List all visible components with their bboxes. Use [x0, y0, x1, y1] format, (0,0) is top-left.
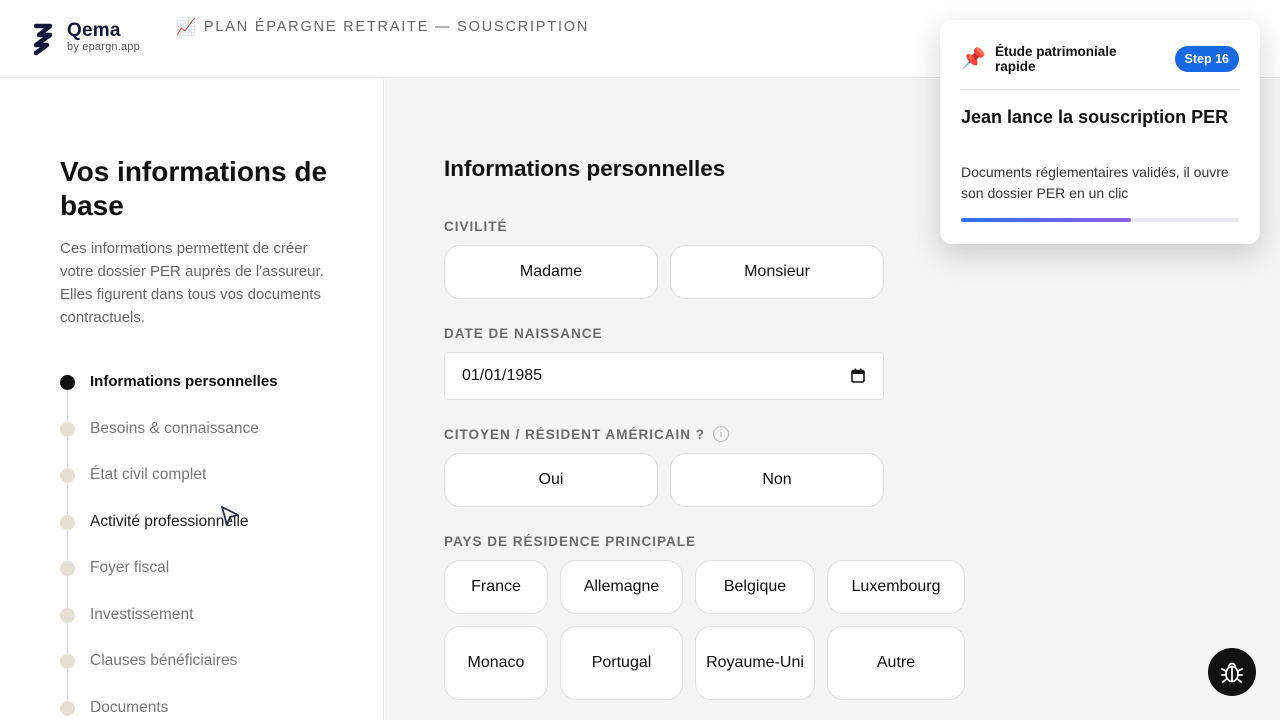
step-dot — [60, 375, 75, 390]
step-dot — [60, 607, 75, 623]
step-professional-activity[interactable]: Activité professionnelle — [60, 511, 360, 561]
civility-option-monsieur[interactable]: Monsieur — [670, 245, 884, 299]
step-connector — [67, 390, 68, 421]
pin-icon: 📌 — [961, 48, 986, 70]
tour-progress-fill — [961, 218, 1131, 222]
country-option-portugal[interactable]: Portugal — [560, 626, 683, 700]
tour-heading: Jean lance la souscription PER — [961, 107, 1229, 127]
step-label: Besoins & connaissance — [90, 419, 259, 437]
step-beneficiary-clauses[interactable]: Clauses bénéficiaires — [60, 650, 360, 700]
step-connector — [67, 529, 68, 561]
step-personal-info[interactable]: Informations personnelles — [60, 371, 360, 421]
step-label: État civil complet — [90, 466, 207, 483]
tour-progress-bar — [961, 218, 1239, 222]
step-label: Foyer fiscal — [90, 559, 170, 576]
us-person-label-text: CITOYEN / RÉSIDENT AMÉRICAIN ? — [444, 426, 706, 442]
step-list: Informations personnelles Besoins & conn… — [60, 371, 360, 720]
brand-subtitle: by epargn.app — [67, 41, 140, 53]
step-dot — [60, 700, 75, 716]
country-label: PAYS DE RÉSIDENCE PRINCIPALE — [444, 534, 697, 549]
step-investment[interactable]: Investissement — [60, 604, 360, 654]
birthdate-value: 01/01/1985 — [462, 367, 543, 384]
step-label: Investissement — [90, 605, 194, 623]
step-connector — [67, 622, 68, 654]
brand-name: Qema — [67, 20, 121, 41]
country-option-france[interactable]: France — [444, 560, 548, 614]
section-title: Informations personnelles — [444, 156, 726, 181]
birthdate-label: DATE DE NAISSANCE — [444, 326, 603, 341]
divider — [961, 89, 1239, 90]
country-option-belgique[interactable]: Belgique — [695, 560, 815, 614]
step-label: Informations personnelles — [90, 373, 278, 390]
step-badge: Step 16 — [1174, 46, 1239, 72]
step-dot — [60, 468, 75, 483]
bug-report-button[interactable] — [1208, 648, 1256, 696]
sidebar-heading: Vos informations de base — [60, 156, 328, 221]
step-dot — [60, 654, 75, 669]
us-person-option-non[interactable]: Non — [670, 453, 884, 507]
info-icon[interactable]: i — [713, 426, 730, 442]
logo-icon[interactable] — [30, 22, 56, 56]
country-option-autre[interactable]: Autre — [827, 626, 965, 700]
step-label: Documents — [90, 698, 169, 716]
cursor-icon — [221, 506, 239, 526]
chart-icon: 📈 — [176, 19, 196, 36]
country-option-monaco[interactable]: Monaco — [444, 626, 548, 700]
step-connector — [67, 436, 68, 468]
step-dot — [60, 514, 75, 530]
step-dot — [60, 421, 75, 437]
step-tax-household[interactable]: Foyer fiscal — [60, 557, 360, 607]
country-option-royaume-uni[interactable]: Royaume-Uni — [695, 626, 815, 700]
step-documents[interactable]: Documents — [60, 697, 360, 720]
civility-label: CIVILITÉ — [444, 219, 508, 234]
page-title: 📈 PLAN ÉPARGNE RETRAITE — SOUSCRIPTION — [176, 17, 589, 37]
country-option-luxembourg[interactable]: Luxembourg — [827, 560, 965, 614]
step-dot — [60, 561, 75, 576]
step-label: Clauses bénéficiaires — [90, 652, 238, 669]
step-connector — [67, 483, 68, 514]
country-option-allemagne[interactable]: Allemagne — [560, 560, 683, 614]
us-person-option-oui[interactable]: Oui — [444, 453, 658, 507]
sidebar-description: Ces informations permettent de créer vot… — [60, 240, 324, 326]
bug-icon — [1221, 662, 1243, 683]
birthdate-input[interactable]: 01/01/1985 — [444, 352, 884, 400]
tour-body: Documents réglementaires validés, il ouv… — [961, 164, 1229, 201]
us-person-label: CITOYEN / RÉSIDENT AMÉRICAIN ? i — [444, 426, 730, 442]
tour-title: Étude patrimoniale rapide — [995, 44, 1117, 74]
civility-option-madame[interactable]: Madame — [444, 245, 658, 299]
step-connector — [67, 669, 68, 700]
step-connector — [67, 576, 68, 607]
calendar-icon[interactable] — [851, 368, 865, 383]
step-civil-status[interactable]: État civil complet — [60, 464, 360, 514]
sidebar: Vos informations de base Ces information… — [0, 79, 384, 720]
tour-popover: 📌 Étude patrimoniale rapide Step 16 Jean… — [940, 20, 1260, 244]
page-title-text: PLAN ÉPARGNE RETRAITE — SOUSCRIPTION — [203, 19, 590, 35]
step-needs[interactable]: Besoins & connaissance — [60, 418, 360, 468]
